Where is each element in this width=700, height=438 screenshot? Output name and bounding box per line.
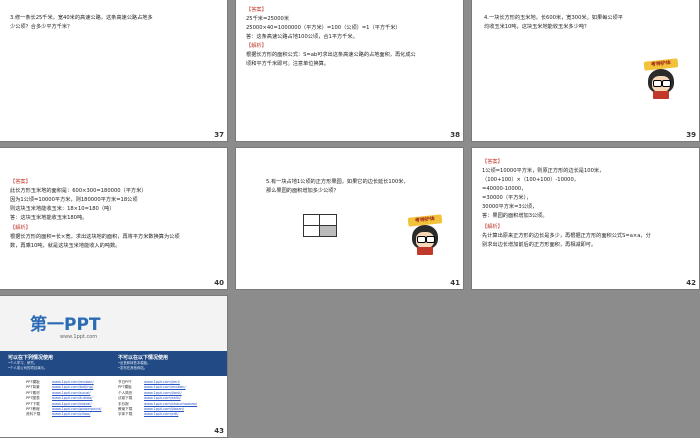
slide-37[interactable]: 3.修一条长25千米，宽40米的高速公路，这条高速公路占地多 少公顷？合多少平方… bbox=[0, 0, 227, 141]
answer-text: 此长方形玉米地的面积是：600×300=180000（平方米） 因为1公顷=10… bbox=[10, 188, 147, 221]
ppt-left-links[interactable]: www.1ppt.com/moban/ www.1ppt.com/beijing… bbox=[52, 380, 101, 418]
slide-38[interactable]: 【答案】 25千米=25000米 25000×40=1000000（平方米）=1… bbox=[236, 0, 463, 141]
ppt-url: www.1ppt.com bbox=[60, 334, 98, 340]
slide-41[interactable]: 5.有一块占地1公顷的正方形果园，如果它的边长延长100米， 那么果园的面积增加… bbox=[236, 148, 463, 289]
slide-number: 39 bbox=[686, 131, 696, 139]
slide-number: 43 bbox=[214, 427, 224, 435]
analysis-tag: 【解析】 bbox=[10, 225, 31, 231]
slide-40[interactable]: 【答案】 此长方形玉米地的面积是：600×300=180000（平方米） 因为1… bbox=[0, 148, 227, 289]
usage-forbidden-text: •出售和转售本模板。 •发布在其他网站。 bbox=[118, 361, 151, 370]
ppt-logo: 第一PPT bbox=[30, 315, 101, 335]
usage-forbidden-title: 不可以在以下情况使用 bbox=[118, 355, 169, 361]
answer-text: 1公顷=10000平方米，则原正方形的边长是100米， （100+100）×（1… bbox=[482, 168, 605, 219]
answer-text: 25千米=25000米 25000×40=1000000（平方米）=100（公顷… bbox=[246, 16, 401, 40]
slide-42[interactable]: 【答案】 1公顷=10000平方米，则原正方形的边长是100米， （100+10… bbox=[472, 148, 699, 289]
ppt-right-links[interactable]: www.1ppt.com/jieri/ www.1ppt.com/moban/ … bbox=[144, 380, 197, 418]
cartoon-teacher-icon: 考神护体 bbox=[642, 58, 682, 102]
cartoon-teacher-icon: 考神护体 bbox=[406, 214, 446, 258]
slide-39[interactable]: 4.一块长方形的玉米地，长600米，宽300米。如果每公顷平 均收玉米10吨，这… bbox=[472, 0, 699, 141]
slide-number: 38 bbox=[450, 131, 460, 139]
analysis-text: 根据长方形的面积公式：S=ab可求出这条高速公路的占地面积，再化成公 顷和平方千… bbox=[246, 52, 416, 67]
analysis-tag: 【解析】 bbox=[482, 224, 503, 230]
slide-number: 42 bbox=[686, 279, 696, 287]
slide-text: 4.一块长方形的玉米地，长600米，宽300米。如果每公顷平 均收玉米10吨，这… bbox=[484, 15, 623, 30]
analysis-text: 根据长方形的面积=长×宽，求出这块地的面积，再将平方米数换算为公顷 数，再乘10… bbox=[10, 234, 180, 249]
usage-allowed-title: 可以在下列情况使用 bbox=[8, 355, 54, 361]
answer-tag: 【答案】 bbox=[246, 7, 267, 13]
answer-tag: 【答案】 bbox=[482, 159, 503, 165]
slide-number: 41 bbox=[450, 279, 460, 287]
slide-text: 3.修一条长25千米，宽40米的高速公路，这条高速公路占地多 少公顷？合多少平方… bbox=[10, 15, 153, 30]
slide-number: 40 bbox=[214, 279, 224, 287]
analysis-tag: 【解析】 bbox=[246, 43, 267, 49]
slide-number: 37 bbox=[214, 131, 224, 139]
slide-43[interactable]: 第一PPT www.1ppt.com 可以在下列情况使用 •个人学习、研究。 •… bbox=[0, 296, 227, 437]
usage-allowed-text: •个人学习、研究。 •个人或公司的项目演示。 bbox=[8, 361, 48, 370]
square-diagram bbox=[303, 214, 337, 237]
ppt-usage-banner: 可以在下列情况使用 •个人学习、研究。 •个人或公司的项目演示。 不可以在以下情… bbox=[0, 351, 227, 376]
analysis-text: 先计算出原来正方形的边长是多少，再根据正方形的面积公式S=a×a，分 别求出边长… bbox=[482, 233, 651, 248]
ppt-header: 第一PPT www.1ppt.com bbox=[0, 296, 227, 351]
ppt-right-list: 节日PPT PPT模板 个人简历 试卷下载 手抄报 教案下载 字体下载 bbox=[118, 380, 133, 417]
ppt-left-list: PPT模板 PPT背景 PPT素材 PPT图表 PPT下载 PPT教程 资料下载 bbox=[26, 380, 41, 417]
answer-tag: 【答案】 bbox=[10, 179, 31, 185]
slide-text: 5.有一块占地1公顷的正方形果园，如果它的边长延长100米， 那么果园的面积增加… bbox=[266, 179, 409, 194]
